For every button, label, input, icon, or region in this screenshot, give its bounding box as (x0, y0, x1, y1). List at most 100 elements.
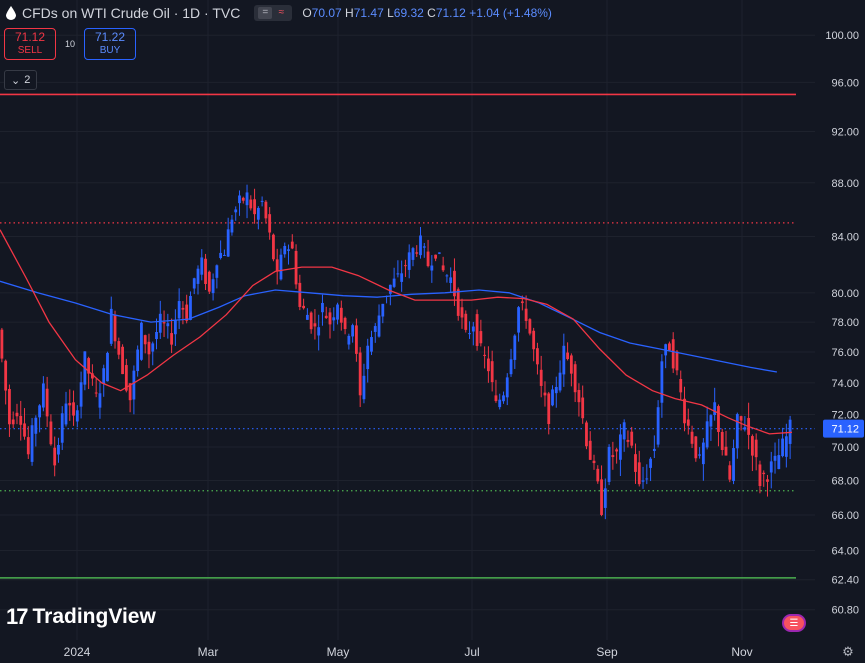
candle-body (596, 468, 600, 482)
candle-body (615, 449, 619, 452)
candle-body (0, 329, 4, 359)
candle-body (324, 315, 328, 319)
candle-body (207, 271, 211, 292)
candle-body (283, 245, 287, 255)
candle-body (581, 397, 585, 419)
candle-body (158, 313, 162, 333)
candle-body (249, 199, 253, 209)
candle-body (430, 265, 434, 271)
sell-button[interactable]: 71.12 SELL (4, 28, 56, 60)
candle-body (728, 465, 732, 480)
symbol-title[interactable]: CFDs on WTI Crude Oil · 1D · TVC (22, 5, 240, 21)
price-axis[interactable]: 100.00 96.00 92.00 88.00 84.00 80.00 78.00 76.0… (825, 30, 859, 617)
price-tick-label: 80.00 (831, 288, 859, 300)
indicator-pill[interactable]: = ≈ (254, 5, 293, 21)
candle-body (268, 214, 272, 233)
candle-body (147, 341, 151, 355)
ohlc-readout: O70.07 H71.47 L69.32 C71.12 +1.04 (+1.48… (302, 6, 552, 20)
price-chart[interactable]: 100.00 96.00 92.00 88.00 84.00 80.00 78.00 76.0… (0, 0, 865, 663)
time-axis[interactable]: 2024 Mar May Jul Sep Nov (64, 645, 753, 659)
candle-body (445, 275, 449, 277)
candle-body (162, 322, 166, 324)
candle-body (558, 372, 562, 391)
candle-body (347, 335, 351, 345)
price-tick-label: 76.00 (831, 347, 859, 359)
candle-body (64, 403, 68, 425)
candle-body (766, 479, 769, 482)
candle-body (98, 393, 102, 408)
candle-body (634, 454, 637, 472)
candle-body (652, 448, 656, 451)
candle-body (475, 314, 479, 346)
candle-body (679, 378, 683, 393)
logo-text: TradingView (32, 605, 156, 628)
candle-body (694, 436, 698, 459)
candle-body (619, 434, 622, 460)
candle-body (8, 388, 11, 425)
candle-body (343, 317, 347, 330)
candle-body (671, 339, 675, 369)
chevron-down-icon: ⌄ (11, 74, 21, 87)
quantity-value[interactable]: 10 (62, 39, 78, 49)
candle-body (189, 295, 192, 320)
candle-body (38, 405, 41, 418)
wave-icon: ≈ (278, 7, 285, 18)
price-tick-label: 66.00 (831, 510, 859, 522)
buy-label: BUY (99, 45, 121, 56)
candle-body (223, 254, 226, 256)
candle-body (57, 444, 60, 455)
candle-body (155, 332, 158, 340)
candle-body (215, 265, 219, 278)
candle-body (709, 415, 713, 427)
us-flag-icon[interactable]: ☰ (782, 614, 806, 632)
candle-body (196, 268, 200, 284)
candle-body (539, 369, 543, 386)
time-tick-label: Sep (596, 645, 618, 659)
candle-body (758, 464, 762, 486)
buy-button[interactable]: 71.22 BUY (84, 28, 136, 60)
candle-body (649, 458, 652, 468)
candle-body (487, 358, 490, 372)
candle-body (592, 460, 596, 464)
price-tick-label: 100.00 (825, 30, 859, 42)
candle-body (321, 302, 324, 313)
candle-body (170, 333, 173, 345)
candle-body (717, 406, 720, 432)
equals-icon: = (258, 7, 273, 19)
candle-body (362, 375, 366, 400)
trade-panel: 71.12 SELL 10 71.22 BUY (4, 28, 136, 60)
candle-body (11, 419, 15, 425)
time-tick-label: 2024 (64, 645, 91, 659)
candle-body (407, 252, 411, 270)
price-tick-label: 96.00 (831, 77, 859, 89)
candle-body (404, 265, 407, 267)
candle-body (471, 326, 475, 332)
gear-icon[interactable]: ⚙ (841, 645, 855, 659)
tradingview-logo: 17 TradingView (6, 604, 156, 630)
candle-body (381, 303, 385, 317)
candle-body (626, 439, 630, 442)
candle-body (143, 335, 147, 345)
candle-body (117, 341, 121, 355)
grid-lines (0, 0, 815, 640)
candle-body (241, 197, 245, 201)
candle-body (230, 219, 234, 233)
sell-price: 71.12 (14, 30, 46, 44)
indicators-toggle-button[interactable]: ⌄ 2 (4, 70, 38, 90)
candle-body (690, 431, 694, 444)
candle-body (94, 392, 98, 394)
candle-body (437, 252, 441, 254)
candle-body (483, 354, 487, 356)
candle-body (211, 279, 215, 294)
price-tick-label: 60.80 (831, 605, 859, 617)
candle-body (200, 257, 204, 275)
candle-body (460, 307, 464, 318)
candle-body (309, 312, 313, 330)
last-price-text: 71.12 (831, 424, 859, 436)
candle-body (45, 388, 49, 417)
candle-body (743, 427, 747, 430)
indicators-count: 2 (24, 74, 31, 86)
candle-body (264, 201, 268, 219)
candle-body (645, 478, 649, 480)
time-tick-label: Jul (464, 645, 479, 659)
